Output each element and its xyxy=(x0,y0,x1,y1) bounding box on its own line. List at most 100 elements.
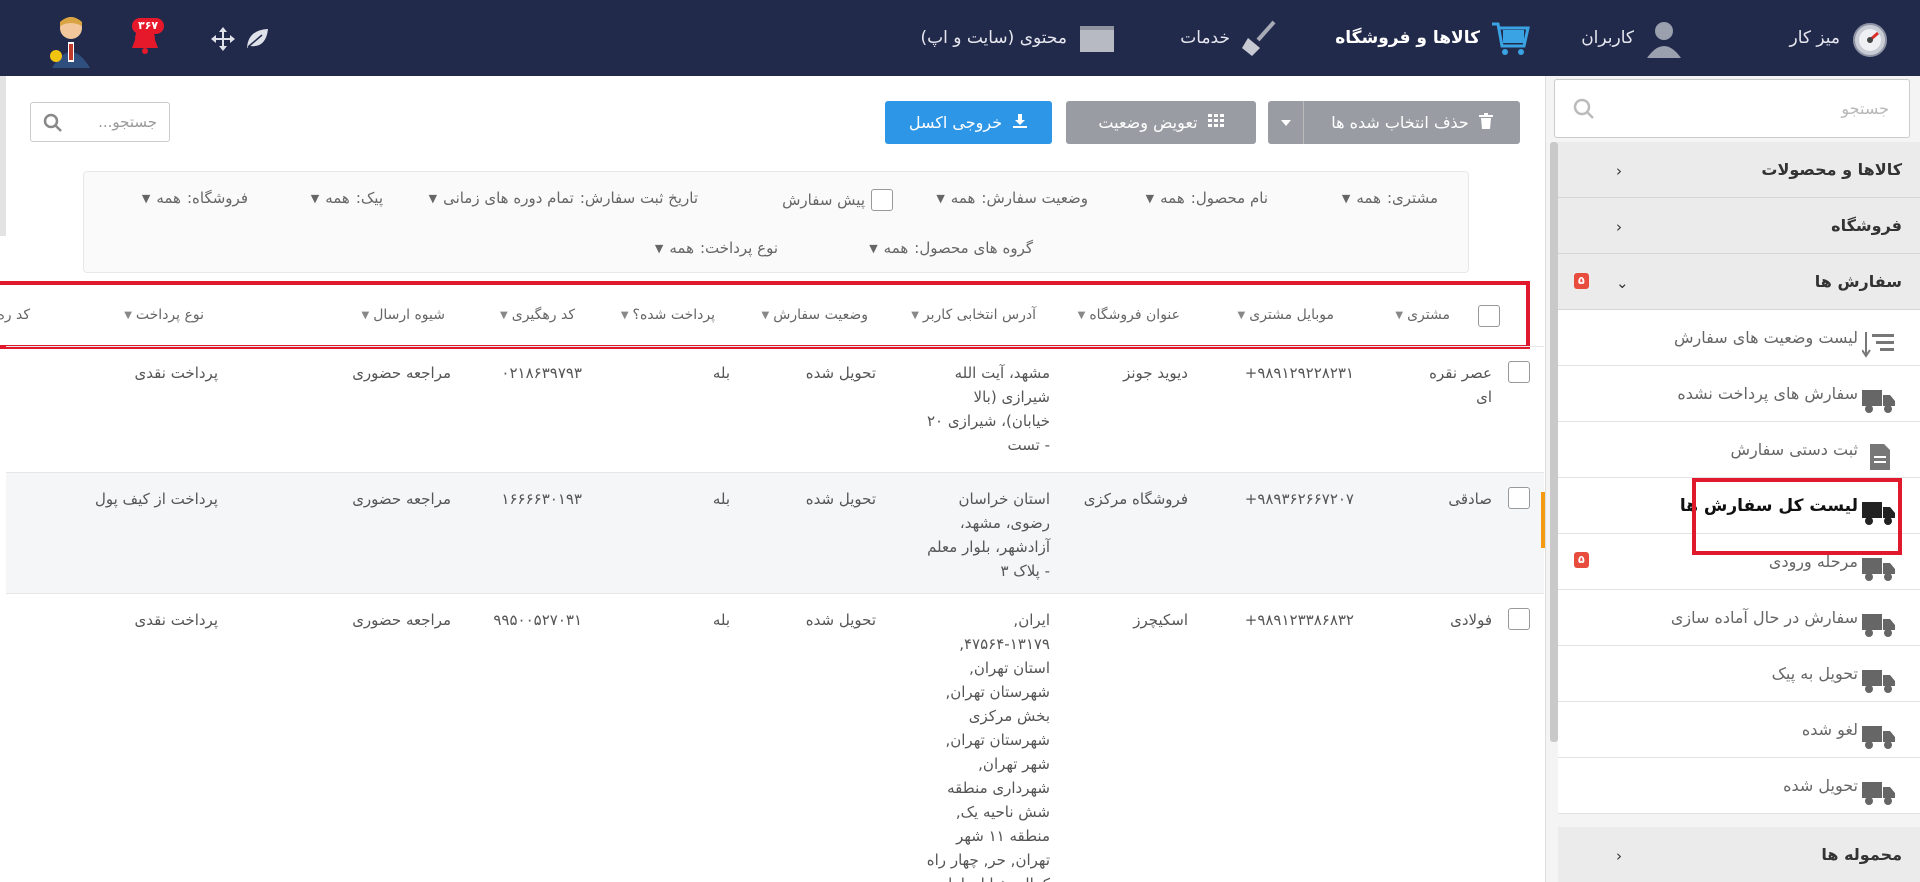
filter-payment-type-value: همه xyxy=(669,239,694,257)
dashboard-gauge-icon xyxy=(1850,18,1890,58)
cell-tracking: ۱۶۶۶۶۳۰۱۹۳ xyxy=(501,490,582,508)
nav-services[interactable]: خدمات xyxy=(1180,0,1280,76)
filter-product-group[interactable]: گروه های محصول: همه ▼ xyxy=(869,239,1033,257)
sidebar-section-orders-label: سفارش ها xyxy=(1814,272,1902,291)
grid-icon xyxy=(1207,113,1224,132)
chevron-left-icon: ‹ xyxy=(1616,162,1622,180)
row-checkbox[interactable] xyxy=(1508,487,1530,509)
top-navbar: میز کار کاربران کالاها و فروشگاه خدمات م… xyxy=(0,0,1920,76)
filter-pre-order[interactable]: پیش سفارش xyxy=(782,189,893,211)
nav-desk[interactable]: میز کار xyxy=(1789,0,1890,76)
delete-selected-button[interactable]: حذف انتخاب شده ها xyxy=(1268,101,1520,144)
search-icon xyxy=(1573,98,1595,120)
cell-tracking: ۹۹۵۰۰۵۲۷۰۳۱ xyxy=(493,611,582,629)
pre-order-checkbox[interactable] xyxy=(871,189,893,211)
filter-product-group-label: گروه های محصول: xyxy=(914,239,1033,257)
cell-payment: پرداخت نقدی xyxy=(134,611,218,629)
sidebar-section-products-label: کالاها و محصولات xyxy=(1761,160,1902,179)
sidebar-item-label: تحویل شده xyxy=(1783,776,1858,795)
nav-users-label: کاربران xyxy=(1581,28,1634,48)
cell-store: اسکیچرز xyxy=(1133,611,1188,629)
cell-store: دیوید جونز xyxy=(1123,364,1188,382)
chevron-left-icon: ‹ xyxy=(1616,847,1622,865)
filter-store[interactable]: فروشگاه: همه ▼ xyxy=(142,189,248,207)
table-row[interactable]: عصر نقره ای ۹۸۹۱۲۹۲۲۸۲۳۱+ دیوید جونز مشه… xyxy=(6,346,1544,472)
sidebar-item-to-courier[interactable]: تحویل به پیک xyxy=(1558,646,1920,702)
cell-mobile: ۹۸۹۳۶۲۶۶۷۲۰۷+ xyxy=(1244,490,1354,508)
admin-avatar-icon[interactable] xyxy=(48,12,94,68)
table-row[interactable]: فولادی ۹۸۹۱۲۳۳۸۶۸۳۲+ اسکیچرز ایران, ۱۳۱۷… xyxy=(6,593,1544,882)
cell-paid: بله xyxy=(712,490,730,508)
filter-courier-value: همه xyxy=(325,189,350,207)
table-row[interactable]: صادقی ۹۸۹۳۶۲۶۶۷۲۰۷+ فروشگاه مرکزی استان … xyxy=(6,472,1544,593)
cell-status: تحویل شده xyxy=(805,611,876,629)
sidebar-item-label: لیست وضعیت های سفارش xyxy=(1674,328,1858,347)
cell-customer: صادقی xyxy=(1448,490,1492,508)
cell-customer: عصر نقره ای xyxy=(1429,364,1492,406)
filter-courier[interactable]: پیک: همه ▼ xyxy=(311,189,383,207)
nav-users[interactable]: کاربران xyxy=(1581,0,1684,76)
filter-customer-value: همه xyxy=(1356,189,1381,207)
row-checkbox[interactable] xyxy=(1508,361,1530,383)
sidebar-item-label: تحویل به پیک xyxy=(1771,664,1858,683)
sidebar-item-order-statuses[interactable]: لیست وضعیت های سفارش xyxy=(1558,310,1920,366)
sidebar-search-input[interactable] xyxy=(1555,80,1909,137)
cell-mobile: ۹۸۹۱۲۹۲۲۸۲۳۱+ xyxy=(1244,364,1354,382)
entry-stage-badge: ۵ xyxy=(1574,552,1589,568)
truck-icon xyxy=(1862,724,1896,750)
sidebar-section-store-label: فروشگاه xyxy=(1831,216,1902,235)
filter-product-value: همه xyxy=(1160,189,1185,207)
nav-services-label: خدمات xyxy=(1180,28,1230,48)
filter-customer[interactable]: مشتری: همه ▼ xyxy=(1342,189,1438,207)
sidebar-search-box[interactable] xyxy=(1554,79,1910,138)
nav-goods-store-label: کالاها و فروشگاه xyxy=(1335,28,1480,48)
chevron-down-icon: ▼ xyxy=(936,191,945,205)
sidebar-section-shipments[interactable]: محموله ها ‹ xyxy=(1558,827,1920,882)
filter-order-status[interactable]: وضعیت سفارش: همه ▼ xyxy=(936,189,1088,207)
filter-product-group-value: همه xyxy=(883,239,909,257)
cell-tracking: ۰۲۱۸۶۳۹۷۹۳ xyxy=(501,364,582,382)
filter-payment-type[interactable]: نوع پرداخت: همه ▼ xyxy=(655,239,778,257)
leaf-icon[interactable] xyxy=(244,26,270,52)
filter-date-value: تمام دوره های زمانی xyxy=(443,189,574,207)
sidebar-item-unpaid-orders[interactable]: سفارش های پرداخت نشده xyxy=(1558,366,1920,422)
delete-dropdown-toggle[interactable] xyxy=(1268,101,1304,144)
chevron-down-icon: ▼ xyxy=(1145,191,1155,205)
sidebar-section-products[interactable]: کالاها و محصولات ‹ xyxy=(1558,142,1920,198)
cell-paid: بله xyxy=(712,611,730,629)
cell-payment: پرداخت نقدی xyxy=(134,364,218,382)
sidebar-item-manual-order[interactable]: ثبت دستی سفارش xyxy=(1558,422,1920,478)
nav-goods-store[interactable]: کالاها و فروشگاه xyxy=(1335,0,1530,76)
move-arrows-icon[interactable] xyxy=(210,26,236,52)
sidebar-section-orders[interactable]: سفارش ها ⌄ ۵ xyxy=(1558,254,1920,310)
cell-shipping: مراجعه حضوری xyxy=(352,490,451,508)
download-icon xyxy=(1012,113,1028,133)
chevron-down-icon: ▼ xyxy=(310,191,320,205)
cell-shipping: مراجعه حضوری xyxy=(352,611,451,629)
caret-down-icon xyxy=(1280,119,1291,126)
cell-status: تحویل شده xyxy=(805,490,876,508)
user-silhouette-icon xyxy=(1644,18,1684,58)
sidebar-item-label: سفارش در حال آماده سازی xyxy=(1670,608,1858,627)
table-search-box[interactable] xyxy=(30,102,170,142)
sidebar-item-cancelled[interactable]: لغو شده xyxy=(1558,702,1920,758)
notification-count-badge: ۳۶۷ xyxy=(132,18,165,34)
document-icon xyxy=(1862,444,1896,470)
nav-content[interactable]: محتوی (سایت و اپ) xyxy=(920,0,1117,76)
cell-address: ایران, ۱۳۱۷۹-۴۷۵۶۴, استان تهران, شهرستان… xyxy=(926,611,1050,882)
chevron-left-icon: ‹ xyxy=(1616,218,1622,236)
active-item-marker xyxy=(1541,492,1545,548)
change-status-label: تعویض وضعیت xyxy=(1098,113,1198,132)
sidebar-highlight-box xyxy=(1692,478,1902,555)
chevron-down-icon: ▼ xyxy=(654,241,664,255)
chevron-down-icon: ⌄ xyxy=(1616,274,1629,292)
change-status-button[interactable]: تعویض وضعیت xyxy=(1066,101,1256,144)
sidebar-section-store[interactable]: فروشگاه ‹ xyxy=(1558,198,1920,254)
row-checkbox[interactable] xyxy=(1508,608,1530,630)
sidebar-scrollbar[interactable] xyxy=(1550,142,1558,742)
sidebar-item-preparing[interactable]: سفارش در حال آماده سازی xyxy=(1558,590,1920,646)
filter-date[interactable]: تاریخ ثبت سفارش: تمام دوره های زمانی ▼ xyxy=(429,189,698,207)
filter-product[interactable]: نام محصول: همه ▼ xyxy=(1146,189,1268,207)
sidebar-item-delivered[interactable]: تحویل شده xyxy=(1558,758,1920,814)
excel-export-button[interactable]: خروجی اکسل xyxy=(885,101,1052,144)
